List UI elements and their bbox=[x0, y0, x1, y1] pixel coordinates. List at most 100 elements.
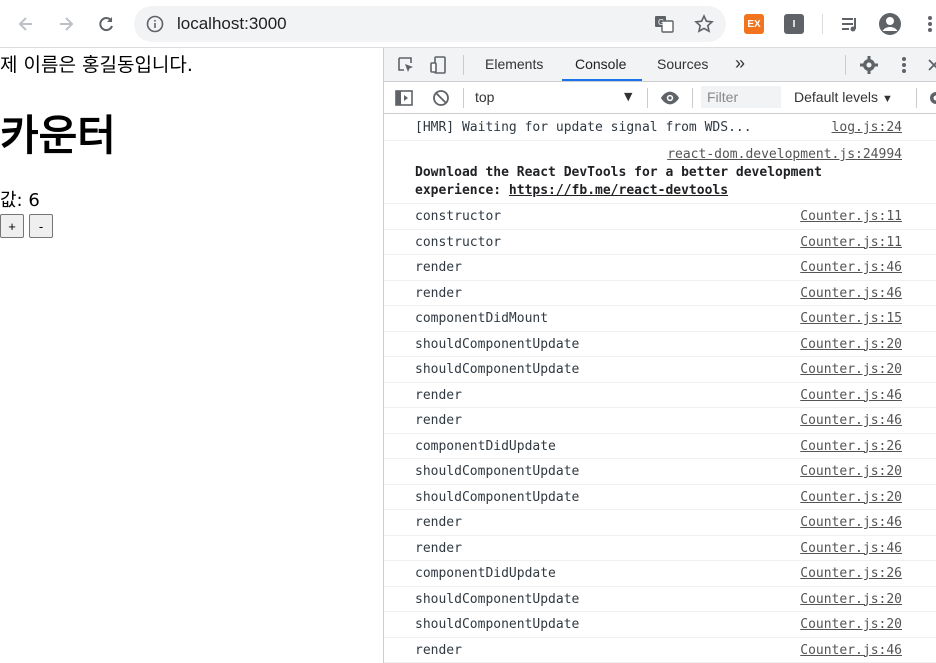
log-message: constructor bbox=[415, 209, 502, 224]
page-content: 제 이름은 홍길동입니다. 카운터 값: 6 + - bbox=[0, 48, 383, 663]
devtools-menu-icon[interactable] bbox=[894, 55, 914, 75]
filter-divider-2 bbox=[647, 88, 648, 108]
filter-divider bbox=[463, 88, 464, 108]
console-message: render Counter.js:46 bbox=[384, 638, 936, 663]
log-message: render bbox=[415, 540, 462, 556]
console-message: constructor Counter.js:11 bbox=[384, 204, 936, 230]
console-filter-bar: top ▼ Filter Default levels ▼ bbox=[384, 82, 936, 114]
console-message: shouldComponentUpdate Counter.js:20 bbox=[384, 612, 936, 638]
settings-gear-icon[interactable] bbox=[859, 55, 879, 75]
device-toolbar-icon[interactable] bbox=[428, 55, 448, 75]
log-source-link[interactable]: react-dom.development.js:24994 bbox=[667, 147, 902, 162]
log-message-continued: experience: https://fb.me/react-devtools bbox=[415, 183, 728, 198]
profile-avatar-icon[interactable] bbox=[878, 12, 902, 36]
log-source-link[interactable]: Counter.js:20 bbox=[800, 617, 902, 632]
log-source-link[interactable]: Counter.js:46 bbox=[800, 260, 902, 275]
log-message: render bbox=[415, 285, 462, 301]
tab-elements[interactable]: Elements bbox=[485, 56, 543, 72]
log-message: render bbox=[415, 515, 462, 530]
extension-i-icon[interactable]: I bbox=[784, 14, 804, 34]
devtools-panel: Elements Console Sources » top ▼ Filter … bbox=[383, 48, 936, 663]
console-log-area: [HMR] Waiting for update signal from WDS… bbox=[384, 115, 936, 663]
forward-arrow-icon[interactable] bbox=[54, 12, 78, 36]
console-message: render Counter.js:46 bbox=[384, 255, 936, 281]
console-message: shouldComponentUpdate Counter.js:20 bbox=[384, 485, 936, 510]
increment-button[interactable]: + bbox=[0, 214, 24, 238]
log-source-link[interactable]: Counter.js:46 bbox=[800, 286, 902, 301]
log-source-link[interactable]: Counter.js:46 bbox=[800, 541, 902, 556]
log-source-link[interactable]: log.js:24 bbox=[832, 120, 902, 135]
console-message: shouldComponentUpdate Counter.js:20 bbox=[384, 459, 936, 485]
log-message: [HMR] Waiting for update signal from WDS… bbox=[415, 120, 752, 135]
context-selector[interactable]: top bbox=[475, 89, 494, 105]
console-message: render Counter.js:46 bbox=[384, 383, 936, 408]
tab-divider-right bbox=[845, 55, 846, 75]
log-source-link[interactable]: Counter.js:20 bbox=[800, 490, 902, 505]
log-source-link[interactable]: Counter.js:20 bbox=[800, 337, 902, 352]
log-message: render bbox=[415, 413, 462, 428]
react-devtools-link[interactable]: https://fb.me/react-devtools bbox=[509, 183, 728, 198]
extension-ex-icon[interactable]: EX bbox=[744, 14, 764, 34]
log-message: constructor bbox=[415, 234, 502, 250]
context-dropdown-icon[interactable]: ▼ bbox=[624, 90, 632, 103]
back-arrow-icon[interactable] bbox=[14, 12, 38, 36]
greeting-text: 제 이름은 홍길동입니다. bbox=[0, 54, 193, 76]
translate-icon[interactable]: G bbox=[654, 14, 674, 34]
info-icon[interactable] bbox=[146, 15, 164, 33]
bookmark-star-icon[interactable] bbox=[694, 14, 714, 34]
log-source-link[interactable]: Counter.js:15 bbox=[800, 311, 902, 326]
console-message: shouldComponentUpdate Counter.js:20 bbox=[384, 332, 936, 357]
close-devtools-icon[interactable] bbox=[924, 55, 936, 75]
toggle-sidebar-icon[interactable] bbox=[394, 88, 414, 108]
log-message-prefix: experience: bbox=[415, 183, 509, 198]
log-message: render bbox=[415, 642, 462, 658]
levels-dropdown-icon: ▼ bbox=[881, 93, 893, 105]
browser-toolbar: localhost:3000 G EX I bbox=[0, 0, 936, 48]
log-source-link[interactable]: Counter.js:26 bbox=[800, 439, 902, 454]
inspect-element-icon[interactable] bbox=[396, 55, 416, 75]
log-source-link[interactable]: Counter.js:46 bbox=[800, 388, 902, 403]
filter-divider-4 bbox=[916, 88, 917, 108]
console-message: componentDidMount Counter.js:15 bbox=[384, 306, 936, 332]
counter-value: 값: 6 bbox=[0, 190, 40, 211]
log-source-link[interactable]: Counter.js:46 bbox=[800, 413, 902, 428]
log-message: shouldComponentUpdate bbox=[415, 464, 580, 479]
media-playlist-icon[interactable] bbox=[838, 12, 862, 36]
log-source-link[interactable]: Counter.js:20 bbox=[800, 592, 902, 607]
log-source-link[interactable]: Counter.js:46 bbox=[800, 515, 902, 530]
browser-menu-icon[interactable] bbox=[918, 12, 936, 36]
log-source-link[interactable]: Counter.js:20 bbox=[800, 362, 902, 377]
console-message: shouldComponentUpdate Counter.js:20 bbox=[384, 587, 936, 612]
address-bar[interactable]: localhost:3000 G bbox=[134, 6, 726, 42]
url-text[interactable]: localhost:3000 bbox=[177, 14, 287, 34]
log-source-link[interactable]: Counter.js:20 bbox=[800, 464, 902, 479]
more-tabs-icon[interactable]: » bbox=[735, 53, 745, 74]
log-message: render bbox=[415, 387, 462, 403]
svg-text:G: G bbox=[658, 18, 664, 27]
clear-console-icon[interactable] bbox=[431, 88, 451, 108]
console-filter-input[interactable]: Filter bbox=[701, 86, 781, 108]
log-source-link[interactable]: Counter.js:11 bbox=[800, 209, 902, 224]
console-message: [HMR] Waiting for update signal from WDS… bbox=[384, 115, 936, 141]
log-message: componentDidUpdate bbox=[415, 438, 556, 454]
log-source-link[interactable]: Counter.js:46 bbox=[800, 643, 902, 658]
console-settings-gear-icon[interactable] bbox=[926, 88, 936, 108]
decrement-button[interactable]: - bbox=[29, 214, 53, 238]
active-tab-indicator bbox=[562, 79, 642, 81]
log-message: shouldComponentUpdate bbox=[415, 617, 580, 632]
filter-divider-3 bbox=[692, 88, 693, 108]
tab-sources[interactable]: Sources bbox=[657, 56, 708, 72]
tab-console[interactable]: Console bbox=[575, 56, 626, 72]
live-expression-eye-icon[interactable] bbox=[660, 88, 680, 108]
log-source-link[interactable]: Counter.js:11 bbox=[800, 235, 902, 250]
tab-divider bbox=[463, 55, 464, 75]
log-message: Download the React DevTools for a better… bbox=[415, 165, 822, 180]
toolbar-divider bbox=[822, 14, 823, 34]
filter-placeholder: Filter bbox=[707, 89, 739, 105]
log-message: shouldComponentUpdate bbox=[415, 336, 580, 352]
console-message: componentDidUpdate Counter.js:26 bbox=[384, 561, 936, 587]
log-message: componentDidMount bbox=[415, 311, 549, 326]
log-source-link[interactable]: Counter.js:26 bbox=[800, 566, 902, 581]
reload-icon[interactable] bbox=[94, 12, 118, 36]
log-levels-dropdown[interactable]: Default levels ▼ bbox=[794, 89, 893, 105]
